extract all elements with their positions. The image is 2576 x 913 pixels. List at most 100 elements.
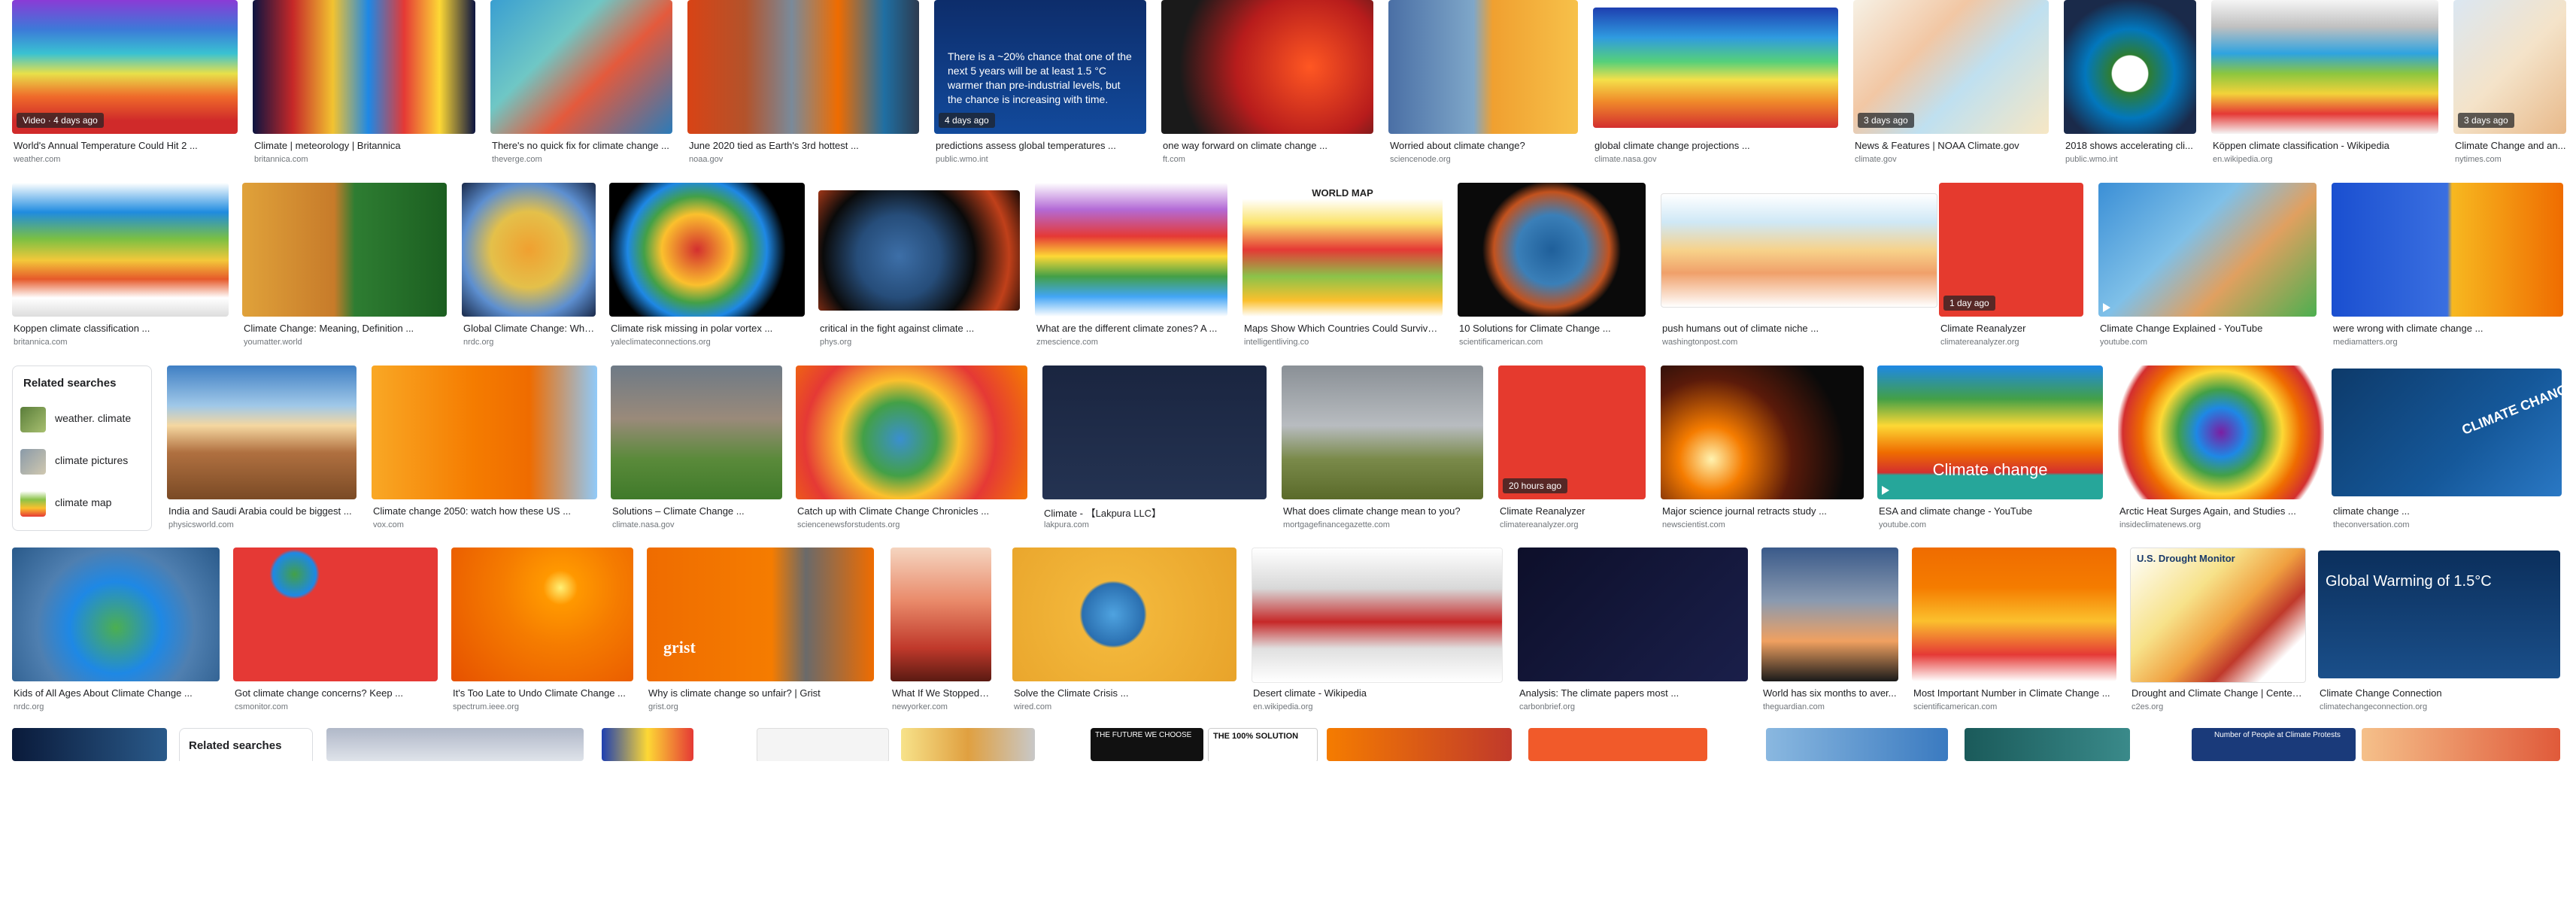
result-source[interactable]: washingtonpost.com [1662, 338, 1936, 347]
result-source[interactable]: en.wikipedia.org [1253, 702, 1501, 711]
result-source[interactable]: weather.com [14, 155, 238, 164]
result-thumbnail[interactable] [1661, 366, 1864, 499]
result-thumbnail[interactable]: THE 100% SOLUTION [1208, 728, 1318, 761]
result-title[interactable]: Köppen climate classification - Wikipedi… [2213, 140, 2438, 151]
result-tile[interactable]: India and Saudi Arabia could be biggest … [167, 366, 357, 529]
result-title[interactable]: Got climate change concerns? Keep ... [235, 687, 438, 699]
result-title[interactable]: Climate - 【Lakpura LLC】 [1044, 505, 1267, 520]
result-thumbnail[interactable] [253, 0, 475, 134]
result-tile[interactable]: global climate change projections ... cl… [1593, 0, 1838, 164]
result-tile[interactable]: Climate risk missing in polar vortex ...… [609, 183, 805, 347]
result-thumbnail[interactable] [451, 547, 633, 681]
result-tile[interactable]: There's no quick fix for climate change … [490, 0, 672, 164]
result-source[interactable]: grist.org [648, 702, 874, 711]
result-tile[interactable]: June 2020 tied as Earth's 3rd hottest ..… [687, 0, 919, 164]
result-thumbnail[interactable] [2064, 0, 2196, 134]
result-tile[interactable]: What does climate change mean to you? mo… [1282, 366, 1483, 529]
result-title[interactable]: What are the different climate zones? A … [1036, 323, 1227, 334]
result-thumbnail[interactable]: WORLD MAP [1242, 183, 1443, 317]
result-tile[interactable]: It's Too Late to Undo Climate Change ...… [451, 547, 633, 711]
result-thumbnail[interactable]: Number of People at Climate Protests [2192, 728, 2356, 761]
result-tile[interactable]: were wrong with climate change ... media… [2332, 183, 2563, 347]
result-source[interactable]: physicsworld.com [168, 520, 357, 529]
result-source[interactable]: theverge.com [492, 155, 672, 164]
result-tile[interactable]: What If We Stopped Pr... newyorker.com [891, 547, 991, 711]
result-title[interactable]: Why is climate change so unfair? | Grist [648, 687, 874, 699]
result-thumbnail[interactable] [12, 547, 220, 681]
related-search-item[interactable]: weather. climate [20, 402, 171, 435]
result-title[interactable]: Climate Change: Meaning, Definition ... [244, 323, 447, 334]
result-source[interactable]: vox.com [373, 520, 597, 529]
result-source[interactable]: sciencenewsforstudents.org [797, 520, 1027, 529]
result-source[interactable]: climate.gov [1855, 155, 2049, 164]
result-tile[interactable]: Worried about climate change? sciencenod… [1388, 0, 1578, 164]
result-tile[interactable]: Arctic Heat Surges Again, and Studies ..… [2118, 366, 2324, 529]
result-thumbnail[interactable]: Global Warming of 1.5°C [2318, 551, 2560, 678]
result-tile[interactable]: push humans out of climate niche ... was… [1661, 183, 1937, 347]
result-title[interactable]: Most Important Number in Climate Change … [1913, 687, 2116, 699]
result-thumbnail[interactable] [1035, 183, 1227, 317]
result-title[interactable]: Major science journal retracts study ... [1662, 505, 1864, 517]
result-thumbnail[interactable] [901, 728, 1035, 761]
result-tile[interactable]: Major science journal retracts study ...… [1661, 366, 1864, 529]
related-search-label[interactable]: climate map [55, 496, 111, 508]
result-thumbnail[interactable] [1161, 0, 1373, 134]
result-source[interactable]: wired.com [1014, 702, 1236, 711]
result-thumbnail[interactable] [1252, 547, 1503, 683]
result-source[interactable]: sciencenode.org [1390, 155, 1578, 164]
result-tile[interactable]: Most Important Number in Climate Change … [1912, 547, 2116, 711]
result-title[interactable]: 10 Solutions for Climate Change ... [1459, 323, 1646, 334]
result-title[interactable]: Drought and Climate Change | Center f... [2131, 687, 2304, 699]
result-thumbnail[interactable] [818, 190, 1020, 311]
result-tile[interactable]: Climate | meteorology | Britannica brita… [253, 0, 475, 164]
result-source[interactable]: yaleclimateconnections.org [611, 338, 805, 347]
result-thumbnail[interactable] [233, 547, 438, 681]
result-title[interactable]: Climate Change Explained - YouTube [2100, 323, 2317, 334]
result-source[interactable]: csmonitor.com [235, 702, 438, 711]
result-source[interactable]: c2es.org [2131, 702, 2304, 711]
result-title[interactable]: Worried about climate change? [1390, 140, 1578, 151]
result-source[interactable]: climate.nasa.gov [612, 520, 782, 529]
result-thumbnail[interactable] [372, 366, 597, 499]
result-thumbnail[interactable] [687, 0, 919, 134]
result-tile[interactable]: Analysis: The climate papers most ... ca… [1518, 547, 1748, 711]
result-thumbnail[interactable] [1965, 728, 2130, 761]
related-search-label[interactable]: weather. climate [55, 412, 131, 424]
result-title[interactable]: Desert climate - Wikipedia [1253, 687, 1501, 699]
result-tile[interactable]: Climate change ESA and climate change - … [1877, 366, 2103, 529]
result-thumbnail[interactable]: THE FUTURE WE CHOOSE [1091, 728, 1203, 761]
result-thumbnail[interactable] [1282, 366, 1483, 499]
result-title[interactable]: 2018 shows accelerating cli... [2065, 140, 2196, 151]
result-title[interactable]: global climate change projections ... [1594, 140, 1838, 151]
result-tile[interactable]: Global Climate Change: Wha... nrdc.org [462, 183, 596, 347]
result-tile[interactable]: Climate Change Explained - YouTube youtu… [2098, 183, 2317, 347]
result-source[interactable]: insideclimatenews.org [2119, 520, 2324, 529]
result-title[interactable]: What does climate change mean to you? [1283, 505, 1483, 517]
result-tile[interactable]: 1 day ago Climate Reanalyzer climaterean… [1939, 183, 2083, 347]
result-tile[interactable]: World has six months to aver... theguard… [1761, 547, 1898, 711]
result-thumbnail[interactable] [462, 183, 596, 317]
result-title[interactable]: What If We Stopped Pr... [892, 687, 991, 699]
result-thumbnail[interactable] [609, 183, 805, 317]
result-tile[interactable]: grist Why is climate change so unfair? |… [647, 547, 874, 711]
result-tile[interactable]: Climate change 2050: watch how these US … [372, 366, 597, 529]
result-thumbnail[interactable] [1912, 547, 2116, 681]
result-source[interactable]: newscientist.com [1662, 520, 1864, 529]
result-thumbnail[interactable] [490, 0, 672, 134]
result-title[interactable]: There's no quick fix for climate change … [492, 140, 672, 151]
result-tile[interactable]: U.S. Drought Monitor Drought and Climate… [2130, 547, 2306, 711]
result-thumbnail[interactable] [611, 366, 782, 499]
result-thumbnail[interactable] [167, 366, 357, 499]
result-tile[interactable]: 3 days ago Climate Change and an... nyti… [2453, 0, 2566, 164]
result-title[interactable]: Solutions – Climate Change ... [612, 505, 782, 517]
result-title[interactable]: World has six months to aver... [1763, 687, 1898, 699]
result-source[interactable]: noaa.gov [689, 155, 919, 164]
result-source[interactable]: climatechangeconnection.org [2320, 702, 2560, 711]
result-thumbnail[interactable] [12, 183, 229, 317]
result-title[interactable]: one way forward on climate change ... [1163, 140, 1373, 151]
result-title[interactable]: Climate Reanalyzer [1940, 323, 2083, 334]
result-tile[interactable]: Video · 4 days ago World's Annual Temper… [12, 0, 238, 164]
result-source[interactable]: carbonbrief.org [1519, 702, 1748, 711]
result-title[interactable]: Climate | meteorology | Britannica [254, 140, 475, 151]
result-source[interactable]: youtube.com [1879, 520, 2103, 529]
